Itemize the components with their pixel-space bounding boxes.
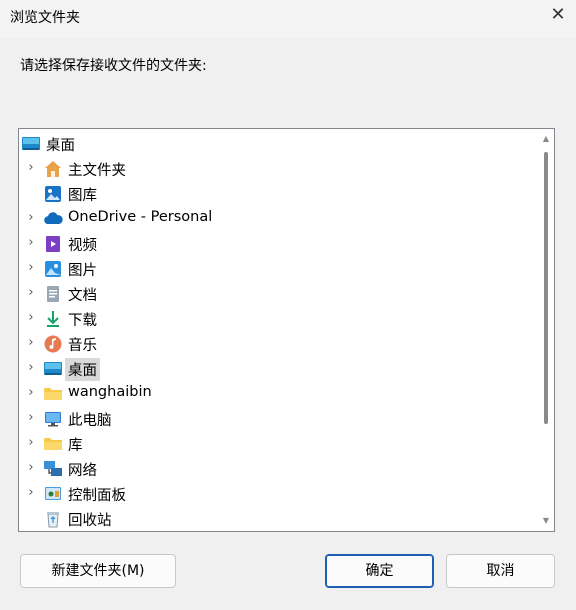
tree-item-label: 视频 <box>68 238 97 254</box>
tree-item-label: 网络 <box>68 463 97 479</box>
tree-item-label: 文档 <box>68 288 97 304</box>
chevron-right-icon[interactable]: › <box>25 485 37 501</box>
tree-item[interactable]: › 视频 <box>19 232 539 256</box>
network-icon <box>43 459 63 479</box>
recycle-bin-icon <box>43 509 63 529</box>
documents-icon <box>43 284 63 304</box>
dialog-prompt: 请选择保存接收文件的文件夹: <box>20 58 207 74</box>
gallery-icon <box>43 184 63 204</box>
desktop-icon <box>21 134 41 154</box>
tree-item[interactable]: 回收站 <box>19 507 539 531</box>
chevron-right-icon[interactable]: › <box>25 235 37 251</box>
scroll-up-icon[interactable]: ▲ <box>542 135 550 143</box>
folder-tree[interactable]: 桌面 › 主文件夹 图库 › OneDrive - Personal › 视频 › 图片 › 文档 ›… <box>18 128 555 532</box>
computer-icon <box>43 409 63 429</box>
tree-item-label: 回收站 <box>68 513 112 529</box>
tree-item-label: 下载 <box>68 313 97 329</box>
tree-item-label: OneDrive - Personal <box>68 209 213 225</box>
tree-item[interactable]: › 下载 <box>19 307 539 331</box>
chevron-right-icon[interactable]: › <box>25 360 37 376</box>
ok-button[interactable]: 确定 <box>325 554 434 588</box>
downloads-icon <box>43 309 63 329</box>
title-bar: 浏览文件夹 ✕ <box>0 0 576 38</box>
tree-item[interactable]: › 桌面 <box>19 357 539 381</box>
folder-icon <box>43 434 63 454</box>
onedrive-cloud-icon <box>43 209 63 229</box>
videos-icon <box>43 234 63 254</box>
chevron-right-icon[interactable]: › <box>25 160 37 176</box>
tree-item[interactable]: › 库 <box>19 432 539 456</box>
folder-icon <box>43 384 63 404</box>
tree-item[interactable]: › 图片 <box>19 257 539 281</box>
control-panel-icon <box>43 484 63 504</box>
tree-item[interactable]: › 控制面板 <box>19 482 539 506</box>
tree-item-label: 主文件夹 <box>68 163 126 179</box>
tree-item[interactable]: › 音乐 <box>19 332 539 356</box>
tree-item-label: 库 <box>68 438 83 454</box>
chevron-right-icon[interactable]: › <box>25 435 37 451</box>
chevron-right-icon[interactable]: › <box>25 410 37 426</box>
tree-item-label: 控制面板 <box>68 488 126 504</box>
chevron-right-icon[interactable]: › <box>25 460 37 476</box>
tree-item[interactable]: › OneDrive - Personal <box>19 207 539 231</box>
tree-item-label: 桌面 <box>65 358 100 381</box>
tree-item-label: 音乐 <box>68 338 97 354</box>
tree-item-label: 图库 <box>68 188 97 204</box>
tree-item[interactable]: › 网络 <box>19 457 539 481</box>
scroll-down-icon[interactable]: ▼ <box>542 517 550 525</box>
tree-item[interactable]: › 文档 <box>19 282 539 306</box>
desktop-icon <box>43 359 63 379</box>
tree-item[interactable]: › 主文件夹 <box>19 157 539 181</box>
vertical-scrollbar[interactable]: ▲ ▼ <box>538 129 554 531</box>
pictures-icon <box>43 259 63 279</box>
music-icon <box>43 334 63 354</box>
tree-item[interactable]: › wanghaibin <box>19 382 539 406</box>
home-icon <box>43 159 63 179</box>
chevron-right-icon[interactable]: › <box>25 335 37 351</box>
chevron-right-icon[interactable]: › <box>25 285 37 301</box>
tree-item[interactable]: 图库 <box>19 182 539 206</box>
tree-item[interactable]: › 此电脑 <box>19 407 539 431</box>
tree-root-label: 桌面 <box>46 138 75 154</box>
tree-root-desktop[interactable]: 桌面 <box>19 132 539 156</box>
scrollbar-thumb[interactable] <box>544 152 548 424</box>
close-icon[interactable]: ✕ <box>540 0 576 32</box>
chevron-right-icon[interactable]: › <box>25 260 37 276</box>
tree-item-label: 图片 <box>68 263 97 279</box>
tree-item-label: 此电脑 <box>68 413 112 429</box>
window-title: 浏览文件夹 <box>10 10 80 26</box>
cancel-button[interactable]: 取消 <box>446 554 555 588</box>
chevron-right-icon[interactable]: › <box>25 310 37 326</box>
new-folder-button[interactable]: 新建文件夹(M) <box>20 554 176 588</box>
chevron-right-icon[interactable]: › <box>25 385 37 401</box>
tree-item-label: wanghaibin <box>68 384 152 400</box>
chevron-right-icon[interactable]: › <box>25 210 37 226</box>
